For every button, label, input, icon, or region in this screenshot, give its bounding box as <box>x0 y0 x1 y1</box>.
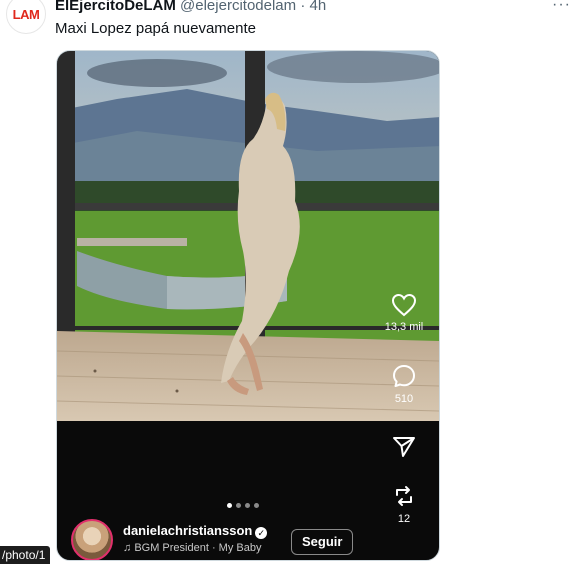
profile-avatar[interactable] <box>71 519 113 560</box>
author-handle[interactable]: @elejercitodelam <box>180 0 296 14</box>
comment-action[interactable]: 510 <box>369 363 439 405</box>
repost-icon <box>396 486 412 506</box>
author-avatar[interactable]: LAM <box>6 0 46 34</box>
author-display-name[interactable]: ElEjercitoDeLAM <box>55 0 176 14</box>
verified-icon: ✓ <box>255 527 268 539</box>
comment-count: 510 <box>394 393 414 405</box>
repost-action[interactable]: 12 <box>369 483 439 525</box>
carousel-dot <box>236 503 241 508</box>
carousel-dot <box>245 503 250 508</box>
profile-username-row[interactable]: danielachristiansson ✓ <box>123 523 268 539</box>
send-icon <box>393 437 415 457</box>
repost-count: 12 <box>397 513 411 525</box>
separator-dot: · <box>300 0 306 14</box>
tweet-header: ElEjercitoDeLAM @elejercitodelam · 4h <box>55 0 326 15</box>
carousel-dot-active <box>227 503 232 508</box>
comment-bubble-icon <box>393 365 415 387</box>
carousel-indicator <box>227 503 259 508</box>
avatar-logo-text: LAM <box>12 6 40 22</box>
profile-username: danielachristiansson <box>123 523 253 538</box>
share-action[interactable] <box>369 435 439 459</box>
music-track: BGM President · My Baby <box>134 542 262 554</box>
more-options-icon[interactable]: ··· <box>552 0 571 14</box>
music-info[interactable]: ♫ BGM President · My Baby <box>123 542 261 554</box>
post-action-bar: 13,3 mil 510 12 <box>369 51 439 560</box>
music-note-icon: ♫ <box>123 542 132 554</box>
status-url-tooltip: /photo/1 <box>0 546 51 564</box>
instagram-profile-row: danielachristiansson ✓ ♫ BGM President · … <box>71 517 371 560</box>
follow-button[interactable]: Seguir <box>291 529 354 555</box>
like-count: 13,3 mil <box>384 321 424 333</box>
tweet-media[interactable]: 13,3 mil 510 12 danielachristiansson ✓ ♫… <box>56 50 440 561</box>
like-action[interactable]: 13,3 mil <box>369 293 439 333</box>
heart-icon <box>391 293 417 317</box>
tweet-text: Maxi Lopez papá nuevamente <box>55 20 256 37</box>
carousel-dot <box>254 503 259 508</box>
tweet-timestamp[interactable]: 4h <box>310 0 327 14</box>
